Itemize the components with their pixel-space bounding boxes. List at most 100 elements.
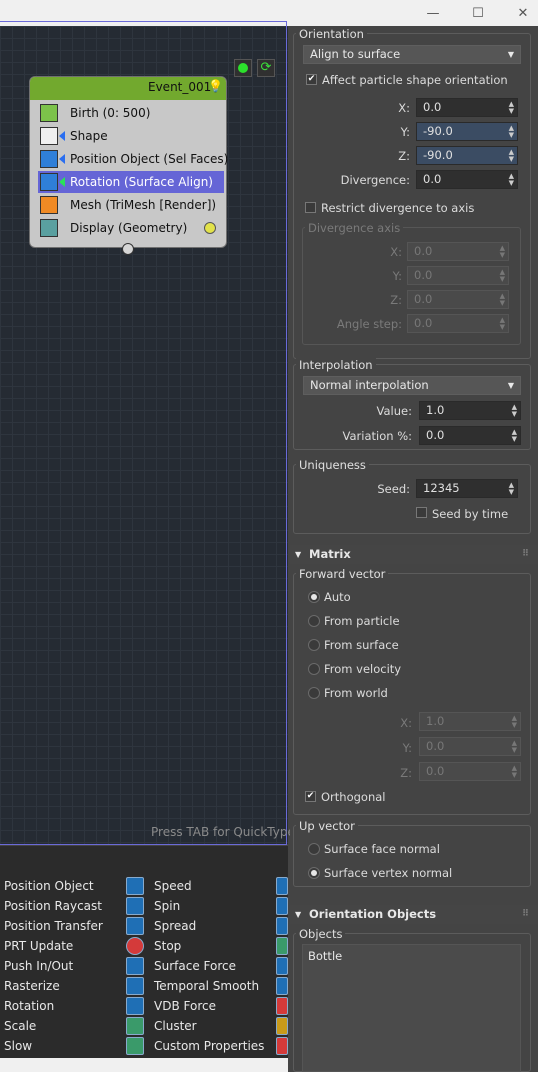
forward-vector-option-label: From particle <box>324 614 400 628</box>
run-toggle-button[interactable] <box>234 59 252 77</box>
operator-label: Rotation (Surface Align) <box>70 175 213 189</box>
vdb-force-icon <box>126 997 144 1015</box>
depot-item[interactable]: Speed <box>154 879 192 893</box>
orthogonal-checkbox[interactable]: ✔ <box>305 791 316 802</box>
field-value: 0.0 <box>426 764 445 778</box>
spinner-arrows-icon[interactable]: ▲ ▼ <box>509 482 514 496</box>
stop-icon <box>126 937 144 955</box>
forward-vector-option-label: From world <box>324 686 388 700</box>
forward-vector-option-label: From surface <box>324 638 399 652</box>
depot-item[interactable]: Temporal Smooth <box>154 979 259 993</box>
depot-item[interactable]: Scale <box>4 1019 36 1033</box>
operator-position-object[interactable]: Position Object (Sel Faces) <box>38 148 228 170</box>
forward-x-label: X: <box>400 716 412 730</box>
field-value: 0.0 <box>414 292 433 306</box>
field-value: -90.0 <box>423 148 453 162</box>
node-output-port[interactable] <box>122 243 134 255</box>
drag-handle-icon[interactable]: ⠿ <box>522 545 529 564</box>
depot-item[interactable]: Position Object <box>4 879 94 893</box>
spinner-arrows-icon: ▲ ▼ <box>511 739 517 754</box>
maximize-button[interactable]: ☐ <box>455 0 501 26</box>
depot-item[interactable]: Custom Properties <box>154 1039 264 1053</box>
spinner-arrows-icon: ▲ ▼ <box>499 316 505 331</box>
forward-vector-radio[interactable] <box>308 591 320 603</box>
divergence-spinner[interactable]: 0.0 ▲ ▼ <box>416 170 518 189</box>
matrix-rollout-title: Matrix <box>309 547 351 561</box>
depot-item[interactable]: VDB Force <box>154 999 216 1013</box>
operator-label: Shape <box>70 129 108 143</box>
refresh-icon[interactable]: ⟳ <box>257 59 275 77</box>
field-value: -90.0 <box>423 124 453 138</box>
display-icon <box>40 219 58 237</box>
forward-vector-radio[interactable] <box>308 663 320 675</box>
restrict-divergence-checkbox[interactable] <box>305 202 316 213</box>
list-item[interactable]: Bottle <box>308 949 342 963</box>
axis-y-spinner: 0.0 ▲ ▼ <box>407 266 509 285</box>
axis-x-label: X: <box>390 245 402 259</box>
event-node-header[interactable]: Event_001 💡 <box>30 77 226 100</box>
depot-item[interactable]: Stop <box>154 939 181 953</box>
spinner-arrows-icon[interactable]: ▲ ▼ <box>509 149 514 163</box>
operator-birth[interactable]: Birth (0: 500) <box>38 102 224 124</box>
display-color-swatch[interactable] <box>204 222 216 234</box>
matrix-rollout-header[interactable]: ▼ Matrix ⠿ <box>290 545 538 564</box>
operator-label: Birth (0: 500) <box>70 106 151 120</box>
operator-mesh[interactable]: Mesh (TriMesh [Render]) <box>38 194 224 216</box>
event-node[interactable]: Event_001 💡 Birth (0: 500) Shape Positio… <box>29 76 228 255</box>
value-label: Value: <box>376 404 412 418</box>
speed-icon <box>126 877 144 895</box>
spinner-arrows-icon[interactable]: ▲ ▼ <box>509 125 514 139</box>
spinner-arrows-icon[interactable]: ▲ ▼ <box>512 404 517 418</box>
axis-y-label: Y: <box>392 269 402 283</box>
forward-vector-radio[interactable] <box>308 687 320 699</box>
spinner-arrows-icon: ▲ ▼ <box>511 714 517 729</box>
seed-by-time-checkbox[interactable] <box>416 507 427 518</box>
depot-item[interactable]: Rotation <box>4 999 54 1013</box>
angle-step-spinner: 0.0 ▲ ▼ <box>407 314 509 333</box>
spinner-arrows-icon[interactable]: ▲ ▼ <box>512 429 517 443</box>
objects-listbox[interactable]: Bottle <box>302 944 521 1072</box>
y-spinner[interactable]: -90.0 ▲ ▼ <box>416 122 518 141</box>
depot-scrollbar[interactable] <box>0 1058 288 1072</box>
seed-spinner[interactable]: 12345 ▲ ▼ <box>416 479 518 498</box>
drag-handle-icon[interactable]: ⠿ <box>522 905 529 924</box>
field-value: 0.0 <box>423 172 442 186</box>
depot-item[interactable]: PRT Update <box>4 939 73 953</box>
spinner-arrows-icon[interactable]: ▲ ▼ <box>509 173 514 187</box>
value-spinner[interactable]: 1.0 ▲ ▼ <box>419 401 521 420</box>
depot-item[interactable]: Surface Force <box>154 959 236 973</box>
forward-vector-title: Forward vector <box>296 567 389 581</box>
depot-item[interactable]: Position Raycast <box>4 899 102 913</box>
forward-vector-radio[interactable] <box>308 639 320 651</box>
z-spinner[interactable]: -90.0 ▲ ▼ <box>416 146 518 165</box>
x-spinner[interactable]: 0.0 ▲ ▼ <box>416 98 518 117</box>
angle-step-label: Angle step: <box>336 317 402 331</box>
restrict-divergence-label: Restrict divergence to axis <box>321 201 475 215</box>
up-vector-radio[interactable] <box>308 843 320 855</box>
collapse-triangle-icon: ▼ <box>295 910 302 919</box>
operator-rotation[interactable]: Rotation (Surface Align) <box>38 171 224 193</box>
forward-vector-radio[interactable] <box>308 615 320 627</box>
variation-spinner[interactable]: 0.0 ▲ ▼ <box>419 426 521 445</box>
orientation-objects-rollout-header[interactable]: ▼ Orientation Objects ⠿ <box>290 905 538 924</box>
depot-item[interactable]: Spread <box>154 919 196 933</box>
depot-item[interactable]: Spin <box>154 899 180 913</box>
minimize-button[interactable]: — <box>410 0 456 26</box>
depot-item[interactable]: Cluster <box>154 1019 197 1033</box>
depot-item[interactable]: Rasterize <box>4 979 60 993</box>
interpolation-mode-dropdown[interactable]: Normal interpolation ▼ <box>303 376 521 395</box>
depot-item[interactable]: Push In/Out <box>4 959 73 973</box>
affect-orientation-checkbox[interactable]: ✔ <box>306 74 317 85</box>
close-button[interactable]: ✕ <box>500 0 538 26</box>
depot-item[interactable]: Position Transfer <box>4 919 103 933</box>
lightbulb-icon[interactable]: 💡 <box>208 79 223 95</box>
up-vector-option-label: Surface vertex normal <box>324 866 453 880</box>
depot-item[interactable]: Slow <box>4 1039 32 1053</box>
spinner-arrows-icon[interactable]: ▲ ▼ <box>509 101 514 115</box>
orientation-mode-dropdown[interactable]: Align to surface ▼ <box>303 45 521 64</box>
up-vector-radio[interactable] <box>308 867 320 879</box>
event-node-title: Event_001 <box>148 80 212 94</box>
operator-display[interactable]: Display (Geometry) <box>38 217 224 239</box>
spinner-arrows-icon: ▲ ▼ <box>499 244 505 259</box>
operator-shape[interactable]: Shape <box>38 125 224 147</box>
